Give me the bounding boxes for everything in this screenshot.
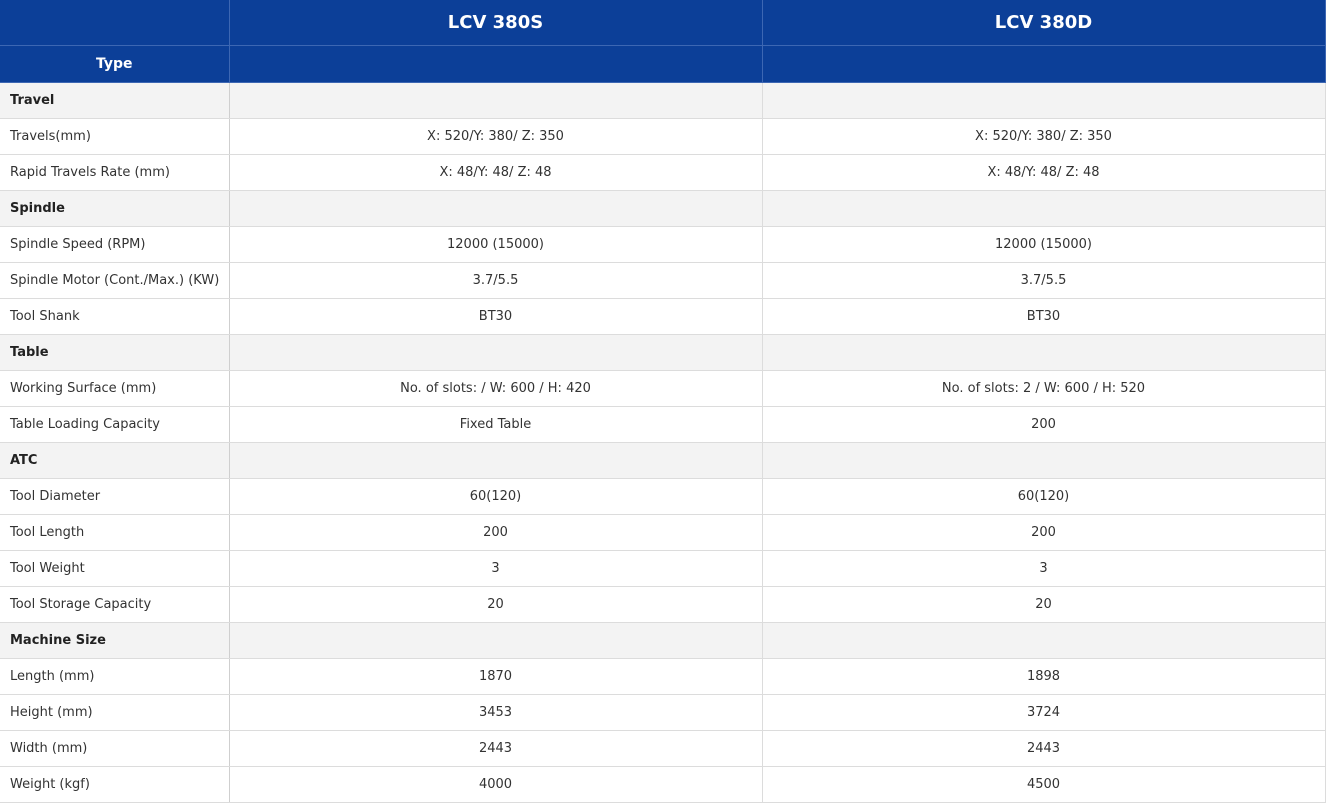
section-row: ATC (0, 442, 1326, 479)
spec-value-lcv380d: 200 (762, 406, 1326, 443)
spec-row: Width (mm) 2443 2443 (0, 730, 1326, 767)
spec-value-lcv380s: 60(120) (229, 478, 763, 515)
spec-value-lcv380s: 4000 (229, 766, 763, 803)
spec-value-lcv380s: 2443 (229, 730, 763, 767)
spec-value-lcv380d: 4500 (762, 766, 1326, 803)
spec-table: LCV 380S LCV 380D Type Travel Travels(mm)… (0, 0, 1326, 803)
type-label: Type (0, 45, 230, 83)
spec-row: Table Loading Capacity Fixed Table 200 (0, 406, 1326, 443)
spec-row: Height (mm) 3453 3724 (0, 694, 1326, 731)
model-header-lcv380d: LCV 380D (762, 0, 1326, 46)
spec-label: Tool Diameter (0, 478, 230, 515)
type-cell-lcv380s (229, 45, 763, 83)
type-header-row: Type (0, 45, 1326, 83)
spec-row: Travels(mm) X: 520/Y: 380/ Z: 350 X: 520/Y… (0, 118, 1326, 155)
section-empty-cell (762, 622, 1326, 659)
spec-value-lcv380d: No. of slots: 2 / W: 600 / H: 520 (762, 370, 1326, 407)
spec-row: Length (mm) 1870 1898 (0, 658, 1326, 695)
section-row: Machine Size (0, 622, 1326, 659)
model-header-lcv380s: LCV 380S (229, 0, 763, 46)
spec-label: Weight (kgf) (0, 766, 230, 803)
spec-value-lcv380d: 20 (762, 586, 1326, 623)
section-row: Travel (0, 82, 1326, 119)
section-row: Table (0, 334, 1326, 371)
section-empty-cell (762, 190, 1326, 227)
spec-value-lcv380d: 3724 (762, 694, 1326, 731)
spec-value-lcv380d: 2443 (762, 730, 1326, 767)
spec-row: Tool Diameter 60(120) 60(120) (0, 478, 1326, 515)
spec-value-lcv380s: 20 (229, 586, 763, 623)
spec-label: Tool Storage Capacity (0, 586, 230, 623)
spec-row: Tool Weight 3 3 (0, 550, 1326, 587)
spec-row: Spindle Motor (Cont./Max.) (KW) 3.7/5.5 3.… (0, 262, 1326, 299)
spec-label: Spindle Speed (RPM) (0, 226, 230, 263)
section-empty-cell (762, 334, 1326, 371)
section-empty-cell (762, 82, 1326, 119)
section-title: Spindle (0, 190, 230, 227)
spec-value-lcv380s: 12000 (15000) (229, 226, 763, 263)
spec-value-lcv380s: Fixed Table (229, 406, 763, 443)
spec-label: Table Loading Capacity (0, 406, 230, 443)
spec-label: Tool Weight (0, 550, 230, 587)
section-title: Travel (0, 82, 230, 119)
spec-value-lcv380d: 1898 (762, 658, 1326, 695)
section-empty-cell (762, 442, 1326, 479)
spec-row: Weight (kgf) 4000 4500 (0, 766, 1326, 803)
spec-value-lcv380s: BT30 (229, 298, 763, 335)
spec-row: Tool Length 200 200 (0, 514, 1326, 551)
spec-row: Spindle Speed (RPM) 12000 (15000) 12000 (1… (0, 226, 1326, 263)
section-empty-cell (229, 82, 763, 119)
spec-row: Tool Shank BT30 BT30 (0, 298, 1326, 335)
section-row: Spindle (0, 190, 1326, 227)
spec-value-lcv380s: No. of slots: / W: 600 / H: 420 (229, 370, 763, 407)
spec-value-lcv380s: X: 48/Y: 48/ Z: 48 (229, 154, 763, 191)
spec-table-body: Travel Travels(mm) X: 520/Y: 380/ Z: 350 X:… (0, 82, 1326, 803)
spec-value-lcv380s: 200 (229, 514, 763, 551)
spec-value-lcv380s: 3 (229, 550, 763, 587)
section-empty-cell (229, 442, 763, 479)
spec-value-lcv380d: 200 (762, 514, 1326, 551)
spec-value-lcv380d: 12000 (15000) (762, 226, 1326, 263)
spec-value-lcv380d: X: 520/Y: 380/ Z: 350 (762, 118, 1326, 155)
spec-label: Tool Length (0, 514, 230, 551)
spec-label: Length (mm) (0, 658, 230, 695)
spec-label: Width (mm) (0, 730, 230, 767)
spec-value-lcv380s: 3.7/5.5 (229, 262, 763, 299)
spec-row: Tool Storage Capacity 20 20 (0, 586, 1326, 623)
spec-table-header: LCV 380S LCV 380D Type (0, 0, 1326, 83)
spec-value-lcv380d: X: 48/Y: 48/ Z: 48 (762, 154, 1326, 191)
section-empty-cell (229, 190, 763, 227)
type-cell-lcv380d (762, 45, 1326, 83)
spec-label: Spindle Motor (Cont./Max.) (KW) (0, 262, 230, 299)
corner-cell (0, 0, 230, 46)
spec-value-lcv380d: BT30 (762, 298, 1326, 335)
spec-value-lcv380s: 3453 (229, 694, 763, 731)
spec-value-lcv380d: 3 (762, 550, 1326, 587)
spec-row: Rapid Travels Rate (mm) X: 48/Y: 48/ Z: 4… (0, 154, 1326, 191)
spec-value-lcv380s: 1870 (229, 658, 763, 695)
section-empty-cell (229, 622, 763, 659)
spec-row: Working Surface (mm) No. of slots: / W: 6… (0, 370, 1326, 407)
spec-value-lcv380d: 60(120) (762, 478, 1326, 515)
spec-label: Rapid Travels Rate (mm) (0, 154, 230, 191)
section-title: Table (0, 334, 230, 371)
spec-value-lcv380s: X: 520/Y: 380/ Z: 350 (229, 118, 763, 155)
spec-label: Working Surface (mm) (0, 370, 230, 407)
section-empty-cell (229, 334, 763, 371)
model-header-row: LCV 380S LCV 380D (0, 0, 1326, 46)
spec-label: Travels(mm) (0, 118, 230, 155)
spec-label: Tool Shank (0, 298, 230, 335)
section-title: Machine Size (0, 622, 230, 659)
section-title: ATC (0, 442, 230, 479)
spec-value-lcv380d: 3.7/5.5 (762, 262, 1326, 299)
spec-label: Height (mm) (0, 694, 230, 731)
